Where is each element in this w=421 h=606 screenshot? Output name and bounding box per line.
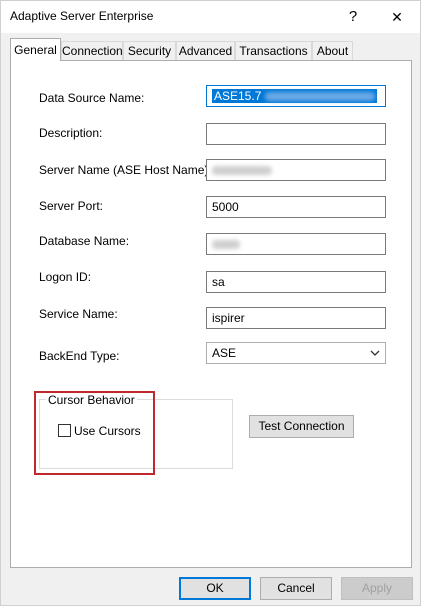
chevron-down-icon [370, 350, 380, 356]
tab-about[interactable]: About [312, 41, 353, 60]
tab-transactions[interactable]: Transactions [235, 41, 312, 60]
server-name-input[interactable] [206, 159, 386, 181]
cancel-button[interactable]: Cancel [260, 577, 332, 600]
description-label: Description: [39, 126, 103, 140]
service-name-label: Service Name: [39, 307, 118, 321]
tab-security[interactable]: Security [123, 41, 176, 60]
apply-button[interactable]: Apply [341, 577, 413, 600]
data-source-name-input[interactable]: ASE15.7 [206, 85, 386, 107]
annotation-highlight-box [34, 391, 155, 475]
ok-button[interactable]: OK [179, 577, 251, 600]
database-name-label: Database Name: [39, 234, 130, 248]
redacted-value [212, 166, 272, 176]
data-source-name-label: Data Source Name: [39, 91, 145, 105]
test-connection-button[interactable]: Test Connection [249, 415, 354, 438]
help-icon[interactable]: ? [341, 5, 365, 29]
server-port-input[interactable]: 5000 [206, 196, 386, 218]
tab-connection[interactable]: Connection [61, 41, 123, 60]
close-icon[interactable]: ✕ [385, 5, 409, 29]
title-bar: Adaptive Server Enterprise ? ✕ [1, 1, 420, 33]
backend-type-label: BackEnd Type: [39, 349, 120, 363]
database-name-input[interactable] [206, 233, 386, 255]
tab-general[interactable]: General [10, 38, 61, 61]
logon-id-input[interactable]: sa [206, 271, 386, 293]
tab-advanced[interactable]: Advanced [176, 41, 235, 60]
data-source-name-value: ASE15.7 [212, 89, 378, 103]
dialog-window: Adaptive Server Enterprise ? ✕ General C… [0, 0, 421, 606]
window-title: Adaptive Server Enterprise [10, 9, 154, 23]
backend-type-value: ASE [212, 346, 237, 360]
backend-type-select[interactable]: ASE [206, 342, 386, 364]
server-name-label: Server Name (ASE Host Name): [39, 163, 212, 177]
server-port-label: Server Port: [39, 199, 104, 213]
redacted-value [212, 240, 240, 250]
service-name-input[interactable]: ispirer [206, 307, 386, 329]
logon-id-label: Logon ID: [39, 270, 92, 284]
description-input[interactable] [206, 123, 386, 145]
